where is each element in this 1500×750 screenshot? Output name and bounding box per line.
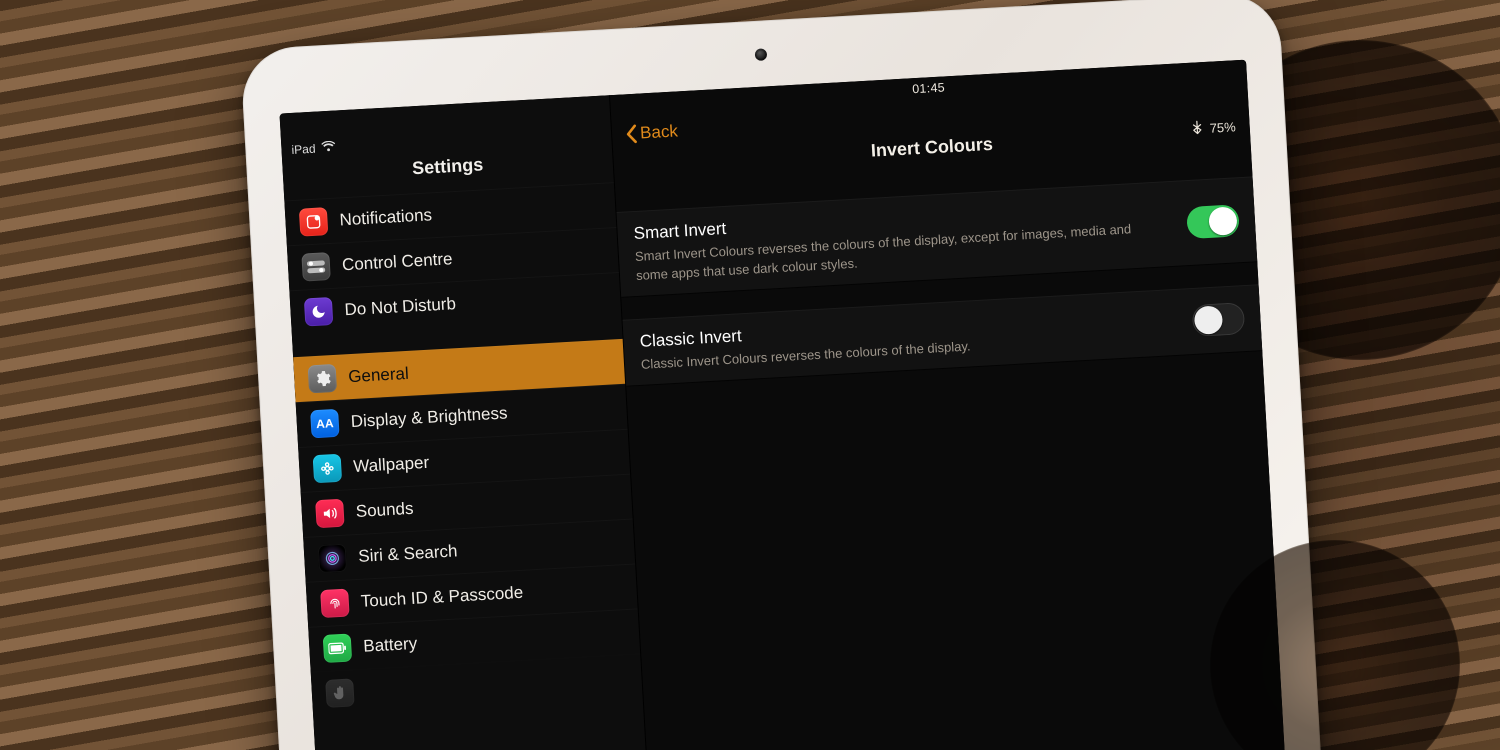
ipad-screen: iPad Settings Notifications: [279, 60, 1290, 750]
bluetooth-icon: [1192, 120, 1202, 137]
siri-icon: [318, 544, 348, 574]
sidebar-item-label: Siri & Search: [358, 541, 458, 567]
smart-invert-toggle[interactable]: [1186, 204, 1240, 239]
cell-classic-invert: Classic Invert Classic Invert Colours re…: [623, 284, 1263, 386]
hand-icon: [325, 678, 355, 708]
battery-percent: 75%: [1209, 119, 1236, 135]
cell-smart-invert: Smart Invert Smart Invert Colours revers…: [616, 176, 1257, 297]
device-label: iPad: [291, 142, 316, 157]
sidebar-item-label: General: [348, 364, 410, 387]
battery-icon: [323, 633, 353, 663]
back-button[interactable]: Back: [624, 121, 679, 144]
text-size-icon: AA: [310, 409, 340, 439]
chevron-left-icon: [624, 124, 639, 145]
control-centre-icon: [301, 252, 331, 282]
speaker-icon: [315, 499, 345, 529]
status-time: 01:45: [912, 80, 946, 96]
sidebar-item-label: Wallpaper: [353, 453, 430, 477]
sidebar-item-label: Battery: [363, 634, 418, 657]
detail-pane: 01:45 Back Invert Colours 75%: [610, 60, 1291, 750]
sidebar-item-label: Display & Brightness: [350, 403, 508, 432]
settings-cells: Smart Invert Smart Invert Colours revers…: [616, 176, 1262, 386]
sidebar-item-label: Notifications: [339, 205, 433, 230]
gear-icon: [308, 364, 338, 394]
wifi-icon: [321, 141, 336, 156]
notifications-icon: [299, 207, 329, 237]
fingerprint-icon: [320, 589, 350, 619]
detail-header: 01:45 Back Invert Colours 75%: [611, 86, 1251, 192]
classic-invert-toggle[interactable]: [1192, 302, 1246, 337]
sidebar-item-label: Sounds: [355, 499, 414, 522]
back-label: Back: [640, 121, 679, 143]
sidebar-item-label: Do Not Disturb: [344, 294, 456, 320]
front-camera: [755, 48, 768, 61]
settings-sidebar: iPad Settings Notifications: [279, 95, 654, 750]
desk-background: iPad Settings Notifications: [0, 0, 1500, 750]
status-bar-right: 75%: [1192, 118, 1236, 137]
sidebar-list: Notifications Control Centre: [284, 182, 642, 717]
moon-icon: [304, 297, 334, 327]
page-title: Invert Colours: [613, 120, 1250, 177]
sidebar-item-label: Control Centre: [341, 249, 453, 275]
ipad-device: iPad Settings Notifications: [240, 0, 1330, 750]
sidebar-item-label: Touch ID & Passcode: [360, 583, 523, 612]
wallpaper-icon: [313, 454, 343, 484]
